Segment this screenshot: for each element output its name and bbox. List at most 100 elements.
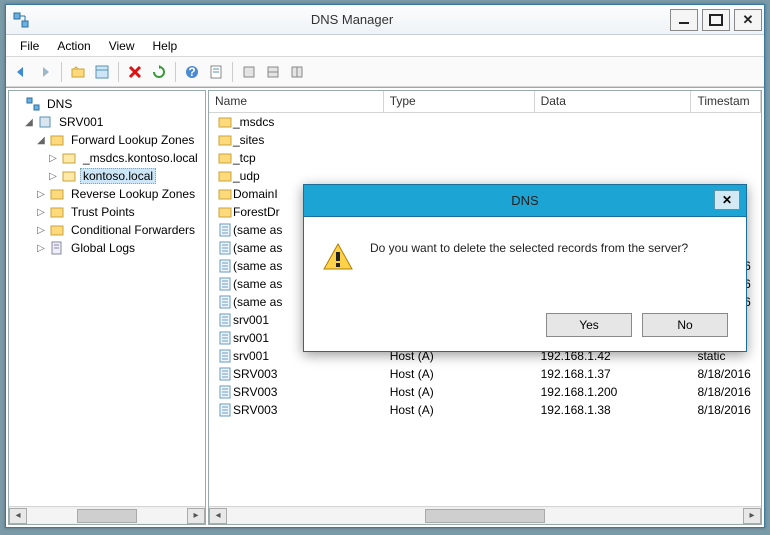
expand-icon[interactable]: ▷ bbox=[35, 242, 47, 254]
tree-server[interactable]: ◢ SRV001 bbox=[11, 113, 203, 131]
list-row[interactable]: SRV003Host (A)192.168.1.378/18/2016 bbox=[209, 365, 761, 383]
menu-action[interactable]: Action bbox=[49, 37, 98, 55]
scroll-left-icon[interactable]: ◂ bbox=[209, 508, 227, 524]
cell-name: ForestDr bbox=[233, 205, 280, 219]
expand-icon[interactable]: ▷ bbox=[35, 224, 47, 236]
folder-icon bbox=[49, 186, 65, 202]
tree-trust-points[interactable]: ▷ Trust Points bbox=[11, 203, 203, 221]
up-folder-button[interactable] bbox=[67, 61, 89, 83]
view-button-2[interactable] bbox=[262, 61, 284, 83]
list-row[interactable]: _msdcs bbox=[209, 113, 761, 131]
delete-button[interactable] bbox=[124, 61, 146, 83]
forward-button[interactable] bbox=[34, 61, 56, 83]
dialog-titlebar: DNS ✕ bbox=[304, 185, 746, 217]
warning-icon bbox=[322, 241, 354, 273]
refresh-button[interactable] bbox=[148, 61, 170, 83]
separator-icon bbox=[175, 62, 176, 82]
collapse-icon[interactable]: ◢ bbox=[23, 116, 35, 128]
folder-icon bbox=[49, 222, 65, 238]
scroll-track[interactable] bbox=[27, 509, 187, 523]
cell-type bbox=[384, 121, 535, 123]
list-header: NameTypeDataTimestam bbox=[209, 91, 761, 113]
scroll-right-icon[interactable]: ▸ bbox=[187, 508, 205, 524]
dialog-buttons: Yes No bbox=[546, 313, 728, 337]
list-row[interactable]: SRV003Host (A)192.168.1.2008/18/2016 bbox=[209, 383, 761, 401]
properties-button[interactable] bbox=[205, 61, 227, 83]
menu-help[interactable]: Help bbox=[145, 37, 186, 55]
tree-pane[interactable]: DNS ◢ SRV001 ◢ Forward Lookup Zones ▷ _m… bbox=[8, 90, 206, 525]
dialog-close-button[interactable]: ✕ bbox=[714, 190, 740, 210]
scroll-right-icon[interactable]: ▸ bbox=[743, 508, 761, 524]
tree-zone-kontoso[interactable]: ▷ kontoso.local bbox=[11, 167, 203, 185]
tree-label: Conditional Forwarders bbox=[68, 222, 198, 238]
column-header-type[interactable]: Type bbox=[384, 91, 535, 112]
column-header-name[interactable]: Name bbox=[209, 91, 384, 112]
view-button-3[interactable] bbox=[286, 61, 308, 83]
expand-icon[interactable]: ▷ bbox=[47, 170, 59, 182]
menu-file[interactable]: File bbox=[12, 37, 47, 55]
tree-global-logs[interactable]: ▷ Global Logs bbox=[11, 239, 203, 257]
maximize-button[interactable] bbox=[702, 9, 730, 31]
cell-name: _sites bbox=[233, 133, 264, 147]
no-button[interactable]: No bbox=[642, 313, 728, 337]
tree-label: _msdcs.kontoso.local bbox=[80, 150, 201, 166]
app-icon bbox=[12, 11, 30, 29]
tree-rlz[interactable]: ▷ Reverse Lookup Zones bbox=[11, 185, 203, 203]
cell-name: (same as bbox=[233, 223, 282, 237]
cell-type: Host (A) bbox=[384, 366, 535, 382]
tree-label: DNS bbox=[44, 96, 75, 112]
scroll-thumb[interactable] bbox=[77, 509, 137, 523]
record-icon bbox=[217, 312, 233, 328]
column-header-data[interactable]: Data bbox=[535, 91, 692, 112]
tree-flz[interactable]: ◢ Forward Lookup Zones bbox=[11, 131, 203, 149]
scroll-left-icon[interactable]: ◂ bbox=[9, 508, 27, 524]
list-row[interactable]: _sites bbox=[209, 131, 761, 149]
cell-ts bbox=[691, 175, 761, 177]
collapse-icon[interactable]: ◢ bbox=[35, 134, 47, 146]
list-row[interactable]: SRV003Host (A)192.168.1.388/18/2016 bbox=[209, 401, 761, 419]
menu-view[interactable]: View bbox=[101, 37, 143, 55]
tree-root-dns[interactable]: DNS bbox=[11, 95, 203, 113]
tree-label: Global Logs bbox=[68, 240, 138, 256]
back-button[interactable] bbox=[10, 61, 32, 83]
cell-name: _udp bbox=[233, 169, 260, 183]
cell-name: (same as bbox=[233, 277, 282, 291]
dialog-title: DNS bbox=[511, 193, 538, 208]
minimize-button[interactable] bbox=[670, 9, 698, 31]
folder-icon bbox=[49, 204, 65, 220]
record-icon bbox=[217, 402, 233, 418]
menubar: File Action View Help bbox=[6, 35, 764, 57]
list-row[interactable]: _udp bbox=[209, 167, 761, 185]
window-buttons: ✕ bbox=[668, 6, 764, 34]
view-button-1[interactable] bbox=[238, 61, 260, 83]
expand-icon[interactable] bbox=[11, 98, 23, 110]
yes-button[interactable]: Yes bbox=[546, 313, 632, 337]
record-icon bbox=[217, 366, 233, 382]
cell-data bbox=[535, 175, 692, 177]
cell-data bbox=[535, 139, 692, 141]
tree-label: kontoso.local bbox=[80, 168, 156, 184]
column-header-ts[interactable]: Timestam bbox=[691, 91, 761, 112]
expand-icon[interactable]: ▷ bbox=[35, 188, 47, 200]
help-button[interactable]: ? bbox=[181, 61, 203, 83]
tree-hscroll[interactable]: ◂ ▸ bbox=[9, 506, 205, 524]
expand-icon[interactable]: ▷ bbox=[35, 206, 47, 218]
cell-name: (same as bbox=[233, 241, 282, 255]
cell-type bbox=[384, 157, 535, 159]
details-pane-button[interactable] bbox=[91, 61, 113, 83]
dns-icon bbox=[25, 96, 41, 112]
list-row[interactable]: _tcp bbox=[209, 149, 761, 167]
cell-name: _msdcs bbox=[233, 115, 274, 129]
list-hscroll[interactable]: ◂ ▸ bbox=[209, 506, 761, 524]
dialog-message: Do you want to delete the selected recor… bbox=[370, 241, 688, 273]
zone-icon bbox=[61, 168, 77, 184]
scroll-track[interactable] bbox=[227, 509, 743, 523]
tree-zone-msdcs[interactable]: ▷ _msdcs.kontoso.local bbox=[11, 149, 203, 167]
expand-icon[interactable]: ▷ bbox=[47, 152, 59, 164]
tree-cond-forwarders[interactable]: ▷ Conditional Forwarders bbox=[11, 221, 203, 239]
tree-label: Reverse Lookup Zones bbox=[68, 186, 198, 202]
scroll-thumb[interactable] bbox=[425, 509, 545, 523]
close-button[interactable]: ✕ bbox=[734, 9, 762, 31]
record-icon bbox=[217, 384, 233, 400]
cell-name: SRV003 bbox=[233, 403, 277, 417]
